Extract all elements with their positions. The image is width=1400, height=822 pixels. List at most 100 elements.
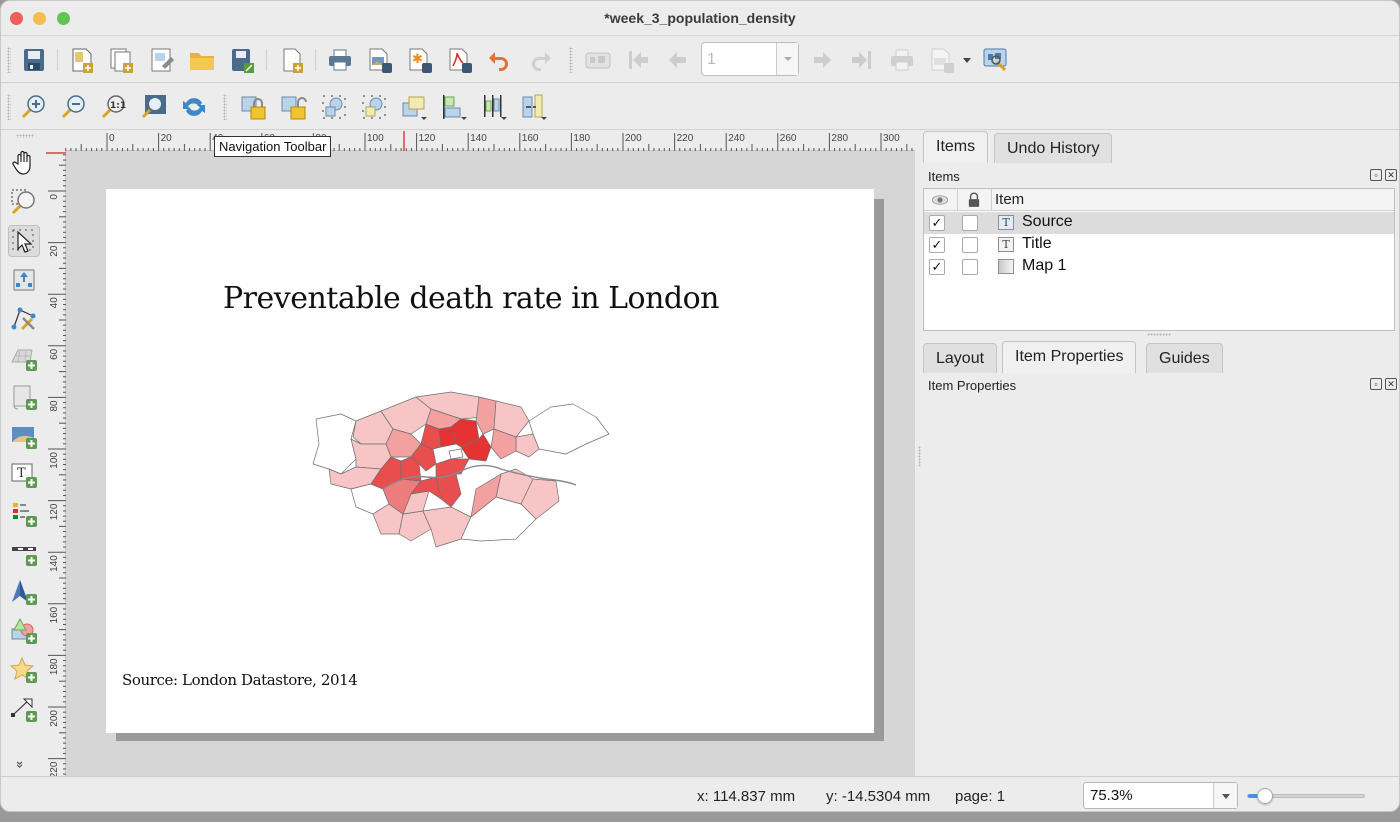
tab-items[interactable]: Items	[923, 131, 989, 163]
item-column-header[interactable]: Item	[992, 189, 1394, 211]
zoom-slider[interactable]	[1247, 788, 1365, 804]
add-pages-button[interactable]	[277, 45, 307, 75]
item-row-title[interactable]: ✓ T Title	[924, 234, 1394, 256]
layout-title-label[interactable]: Preventable death rate in London	[223, 281, 720, 316]
zoom-in-button[interactable]	[19, 92, 49, 122]
unlock-items-button[interactable]	[279, 92, 309, 122]
export-svg-button[interactable]: ✱	[405, 45, 435, 75]
add-north-arrow-tool[interactable]	[8, 576, 40, 608]
add-marker-tool[interactable]	[8, 654, 40, 686]
add-map-tool[interactable]	[8, 381, 40, 413]
zoom-full-button[interactable]	[139, 92, 169, 122]
toolbox-grip[interactable]	[16, 134, 34, 138]
layout-page[interactable]: Preventable death rate in London Source:…	[106, 189, 874, 733]
previous-feature-button[interactable]	[663, 45, 693, 75]
chevron-down-icon[interactable]	[776, 43, 798, 75]
select-tool[interactable]	[8, 225, 40, 257]
move-content-tool[interactable]	[8, 264, 40, 296]
ungroup-items-button[interactable]	[359, 92, 389, 122]
visibility-column-header[interactable]	[924, 189, 958, 211]
add-scalebar-tool[interactable]	[8, 537, 40, 569]
atlas-settings-button[interactable]	[981, 45, 1011, 75]
toolbar-grip[interactable]	[7, 47, 11, 73]
save-template-button[interactable]	[227, 45, 257, 75]
atlas-print-button[interactable]	[887, 45, 917, 75]
chevron-down-icon[interactable]	[1213, 783, 1237, 808]
print-button[interactable]	[325, 45, 355, 75]
close-panel-icon[interactable]: ✕	[1385, 169, 1397, 181]
add-label-tool[interactable]: T	[8, 459, 40, 491]
visible-checkbox[interactable]: ✓	[929, 215, 945, 231]
toolbar-grip[interactable]	[7, 94, 11, 120]
undo-button[interactable]	[485, 45, 515, 75]
lock-checkbox[interactable]	[962, 215, 978, 231]
tab-guides[interactable]: Guides	[1146, 343, 1223, 373]
float-panel-icon[interactable]: ▫	[1370, 378, 1382, 390]
layout-manager-button[interactable]	[147, 45, 177, 75]
map-item[interactable]	[311, 389, 611, 549]
add-arrow-tool[interactable]	[8, 693, 40, 725]
more-tools-button[interactable]: »	[13, 761, 28, 768]
lock-checkbox[interactable]	[962, 259, 978, 275]
first-feature-icon	[629, 51, 648, 69]
lock-column-header[interactable]	[958, 189, 992, 211]
toolbar-grip[interactable]	[569, 47, 573, 73]
horizontal-ruler[interactable]: 0204060801001201401601802002202402602803…	[65, 131, 915, 151]
raise-items-button[interactable]	[399, 92, 429, 122]
open-template-button[interactable]	[187, 45, 217, 75]
panel-splitter[interactable]	[1147, 333, 1171, 336]
atlas-preview-button[interactable]	[583, 45, 613, 75]
zoom-combo[interactable]: 75.3%	[1083, 782, 1238, 809]
new-layout-button[interactable]	[67, 45, 97, 75]
duplicate-layout-button[interactable]	[107, 45, 137, 75]
atlas-page-combo[interactable]: 1	[701, 42, 799, 76]
tab-undo-history[interactable]: Undo History	[994, 133, 1113, 163]
resize-items-button[interactable]	[519, 92, 549, 122]
zoom-tool[interactable]	[8, 186, 40, 218]
add-legend-tool[interactable]	[8, 498, 40, 530]
toolbar-grip[interactable]	[223, 94, 227, 120]
refresh-button[interactable]	[179, 92, 209, 122]
export-image-button[interactable]	[365, 45, 395, 75]
first-feature-button[interactable]	[623, 45, 653, 75]
add-shape-tool[interactable]	[8, 615, 40, 647]
label-item-icon: T	[998, 215, 1014, 230]
atlas-page-value: 1	[707, 51, 716, 68]
dock-resize-handle[interactable]	[918, 446, 921, 466]
close-panel-icon[interactable]: ✕	[1385, 378, 1397, 390]
redo-button[interactable]	[525, 45, 555, 75]
align-items-button[interactable]	[439, 92, 469, 122]
layout-source-label[interactable]: Source: London Datastore, 2014	[122, 671, 358, 689]
lock-items-button[interactable]	[239, 92, 269, 122]
vertical-ruler[interactable]: 0 20 40 60 80 100 120 140 160 180 200 220	[46, 151, 66, 778]
distribute-items-button[interactable]	[479, 92, 509, 122]
atlas-export-button[interactable]	[927, 45, 957, 75]
last-feature-button[interactable]	[847, 45, 877, 75]
save-project-button[interactable]	[19, 45, 49, 75]
tab-item-properties[interactable]: Item Properties	[1002, 341, 1137, 373]
lock-checkbox[interactable]	[962, 237, 978, 253]
visible-checkbox[interactable]: ✓	[929, 259, 945, 275]
label-item-icon: T	[998, 237, 1014, 252]
zoom-out-button[interactable]	[59, 92, 89, 122]
layout-canvas[interactable]: Preventable death rate in London Source:…	[66, 151, 915, 776]
group-items-button[interactable]	[319, 92, 349, 122]
zoom-100-button[interactable]: 1:1	[99, 92, 129, 122]
ungroup-icon	[362, 95, 386, 119]
add-3d-map-tool[interactable]	[8, 342, 40, 374]
item-row-map[interactable]: ✓ Map 1	[924, 256, 1394, 278]
atlas-export-dropdown-icon[interactable]	[963, 58, 971, 63]
next-feature-button[interactable]	[807, 45, 837, 75]
ruler-tick-label: 260	[780, 133, 797, 144]
pan-tool[interactable]	[8, 147, 40, 179]
export-pdf-button[interactable]	[445, 45, 475, 75]
float-panel-icon[interactable]: ▫	[1370, 169, 1382, 181]
add-picture-tool[interactable]	[8, 420, 40, 452]
zoom-slider-handle[interactable]	[1256, 788, 1273, 804]
ruler-tick-label: 300	[883, 133, 900, 144]
visible-checkbox[interactable]: ✓	[929, 237, 945, 253]
item-row-source[interactable]: ✓ T Source	[924, 212, 1394, 234]
items-tree: Item ✓ T Source ✓ T Title ✓ Map 1	[923, 188, 1395, 331]
tab-layout[interactable]: Layout	[923, 343, 998, 373]
edit-nodes-tool[interactable]	[8, 303, 40, 335]
